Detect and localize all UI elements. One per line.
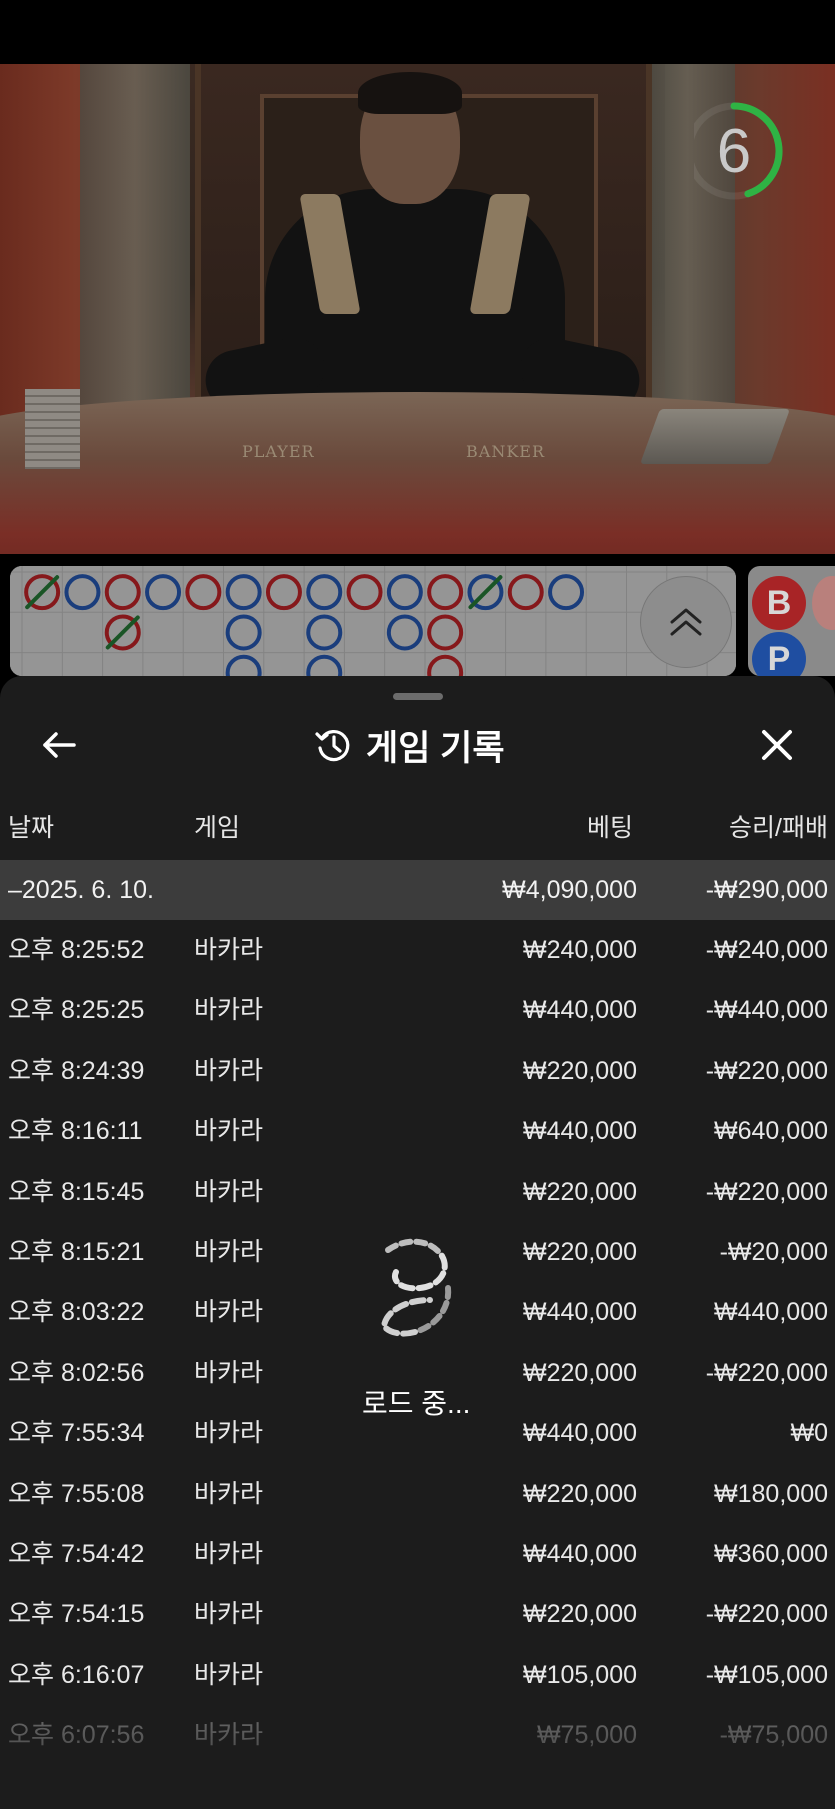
row-game: 바카라 [194,1479,264,1508]
row-game: 바카라 [194,1177,264,1206]
history-row[interactable]: 오후 7:54:42 바카라 ₩440,000 ₩360,000 [0,1524,835,1584]
expand-roadmap-button[interactable] [640,576,732,668]
row-result: ₩360,000 [714,1539,828,1568]
sheet-title-text: 게임 기록 [366,728,505,768]
column-header-result: 승리/패배 [729,814,828,842]
column-header-game: 게임 [194,814,241,842]
history-row[interactable]: 오후 8:25:25 바카라 ₩440,000 -₩440,000 [0,980,835,1040]
row-game: 바카라 [194,1660,264,1689]
row-bet: ₩440,000 [523,996,637,1025]
card-shoe [639,409,791,464]
close-icon [762,730,792,760]
row-time: 오후 7:54:42 [8,1539,145,1568]
row-game: 바카라 [194,1539,264,1568]
chevron-double-up-icon [670,608,702,636]
row-game: 바카라 [194,1419,264,1448]
row-time: 오후 8:02:56 [8,1358,145,1387]
row-bet: ₩440,000 [523,1298,637,1327]
row-time: 오후 8:16:11 [8,1117,143,1146]
column-header-bet: 베팅 [586,814,633,842]
row-bet: ₩220,000 [523,1056,637,1085]
row-bet: ₩220,000 [523,1479,637,1508]
history-row[interactable]: 오후 6:16:07 바카라 ₩105,000 -₩105,000 [0,1645,835,1705]
row-game: 바카라 [194,1237,264,1266]
countdown-timer: 6 [716,116,752,186]
bead-road-dim-overlay [10,566,736,676]
row-bet: ₩220,000 [523,1600,637,1629]
row-bet: ₩105,000 [523,1660,637,1689]
row-result: -₩440,000 [705,996,828,1025]
date-group-result: -₩290,000 [705,876,828,904]
banker-prediction-button[interactable]: B [752,576,806,630]
sheet-grabber[interactable] [393,693,443,700]
row-time: 오후 7:55:34 [8,1419,145,1448]
status-bar [0,0,835,64]
history-row[interactable]: 오후 8:24:39 바카라 ₩220,000 -₩220,000 [0,1041,835,1101]
date-group-bet: ₩4,090,000 [502,876,637,904]
row-result: ₩440,000 [714,1298,828,1327]
arrow-left-icon [43,732,76,758]
row-bet: ₩240,000 [523,936,637,964]
row-game: 바카라 [194,996,264,1025]
row-result: -₩220,000 [705,1358,828,1387]
row-bet: ₩220,000 [523,1177,637,1206]
row-time: 오후 8:25:52 [8,936,145,964]
date-group-row[interactable]: –2025. 6. 10. ₩4,090,000 -₩290,000 [0,860,835,920]
history-row[interactable]: 오후 7:55:08 바카라 ₩220,000 ₩180,000 [0,1464,835,1524]
row-result: -₩105,000 [705,1660,828,1689]
column-header-date: 날짜 [8,814,55,842]
row-bet: ₩440,000 [523,1117,637,1146]
row-result: -₩220,000 [705,1600,828,1629]
history-row[interactable]: 오후 8:15:45 바카라 ₩220,000 -₩220,000 [0,1162,835,1222]
row-time: 오후 8:03:22 [8,1298,145,1327]
chip-stack [25,389,80,469]
row-result: -₩220,000 [705,1177,828,1206]
row-time: 오후 8:25:25 [8,996,145,1025]
app-root: PLAYER BANKER 6 B P 게임 기록 날짜 게임 베팅 승리/패배… [0,0,835,1809]
row-game: 바카라 [194,1358,264,1387]
row-time: 오후 8:24:39 [8,1056,145,1085]
history-row[interactable]: 오후 8:16:11 바카라 ₩440,000 ₩640,000 [0,1101,835,1161]
loading-text: 로드 중... [362,1388,471,1419]
sheet-title: 게임 기록 [314,720,505,770]
row-result: -₩240,000 [705,936,828,964]
history-icon [315,730,350,762]
history-row[interactable]: 오후 7:54:15 바카라 ₩220,000 -₩220,000 [0,1584,835,1644]
row-time: 오후 7:54:15 [8,1600,145,1629]
row-game: 바카라 [194,1117,264,1146]
table-label-player: PLAYER [242,442,315,461]
row-game: 바카라 [194,936,264,964]
close-button[interactable] [752,720,802,770]
date-group-date: –2025. 6. 10. [8,876,154,904]
back-button[interactable] [34,720,84,770]
row-bet: ₩440,000 [523,1539,637,1568]
row-time: 오후 6:16:07 [8,1660,145,1689]
history-row[interactable]: 오후 8:25:52 바카라 ₩240,000 -₩240,000 [0,920,835,980]
row-result: ₩0 [790,1419,829,1448]
row-result: ₩180,000 [714,1479,828,1508]
loading-spinner-icon [380,1238,452,1337]
row-time: 오후 8:15:21 [8,1237,145,1266]
row-bet: ₩220,000 [523,1237,637,1266]
row-game: 바카라 [194,1600,264,1629]
row-game: 바카라 [194,1056,264,1085]
row-time: 오후 8:15:45 [8,1177,145,1206]
bead-road-grid [10,566,736,676]
list-fade [0,1719,835,1809]
row-result: -₩20,000 [719,1237,828,1266]
decor-pillar-left [80,64,190,424]
table-label-banker: BANKER [466,442,545,461]
row-bet: ₩440,000 [523,1419,637,1448]
row-bet: ₩220,000 [523,1358,637,1387]
dealer-hair [358,72,462,114]
row-time: 오후 7:55:08 [8,1479,145,1508]
bead-road[interactable] [10,566,736,676]
row-result: -₩220,000 [705,1056,828,1085]
row-result: ₩640,000 [714,1117,828,1146]
row-game: 바카라 [194,1298,264,1327]
